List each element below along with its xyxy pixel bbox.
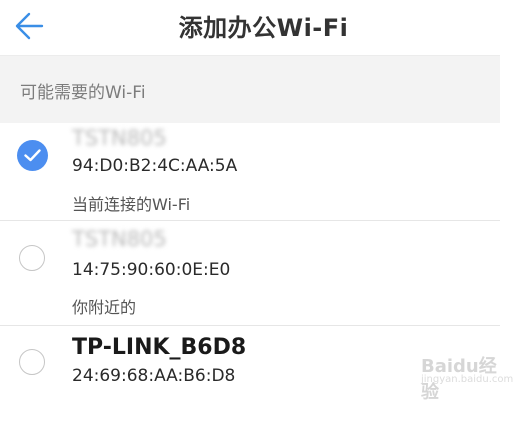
watermark: Baidu经验 jingyan.baidu.com xyxy=(421,340,513,403)
wifi-list-item[interactable]: TSTN805 14:75:90:60:0E:E0 你附近的 xyxy=(0,221,500,325)
wifi-note: 你附近的 xyxy=(72,298,137,317)
wifi-list-item[interactable]: TSTN805 94:D0:B2:4C:AA:5A 当前连接的Wi-Fi xyxy=(0,123,500,219)
wifi-name: TSTN805 xyxy=(72,227,167,251)
wifi-name: TP-LINK_B6D8 xyxy=(72,335,247,360)
wifi-mac: 24:69:68:AA:B6:D8 xyxy=(72,366,236,386)
wifi-mac: 14:75:90:60:0E:E0 xyxy=(72,260,231,280)
wifi-name: TSTN805 xyxy=(72,126,167,150)
checkmark-icon xyxy=(24,149,41,162)
radio-unchecked[interactable] xyxy=(19,245,45,271)
section-label: 可能需要的Wi-Fi xyxy=(20,83,146,103)
page-title: 添加办公Wi-Fi xyxy=(178,14,349,42)
wifi-mac: 94:D0:B2:4C:AA:5A xyxy=(72,156,238,176)
watermark-subtext: jingyan.baidu.com xyxy=(421,374,514,385)
header-bar: 添加办公Wi-Fi xyxy=(0,0,527,55)
section-header: 可能需要的Wi-Fi xyxy=(0,55,500,123)
wifi-note: 当前连接的Wi-Fi xyxy=(72,195,191,214)
radio-checked[interactable] xyxy=(17,140,48,171)
radio-unchecked[interactable] xyxy=(19,349,45,375)
